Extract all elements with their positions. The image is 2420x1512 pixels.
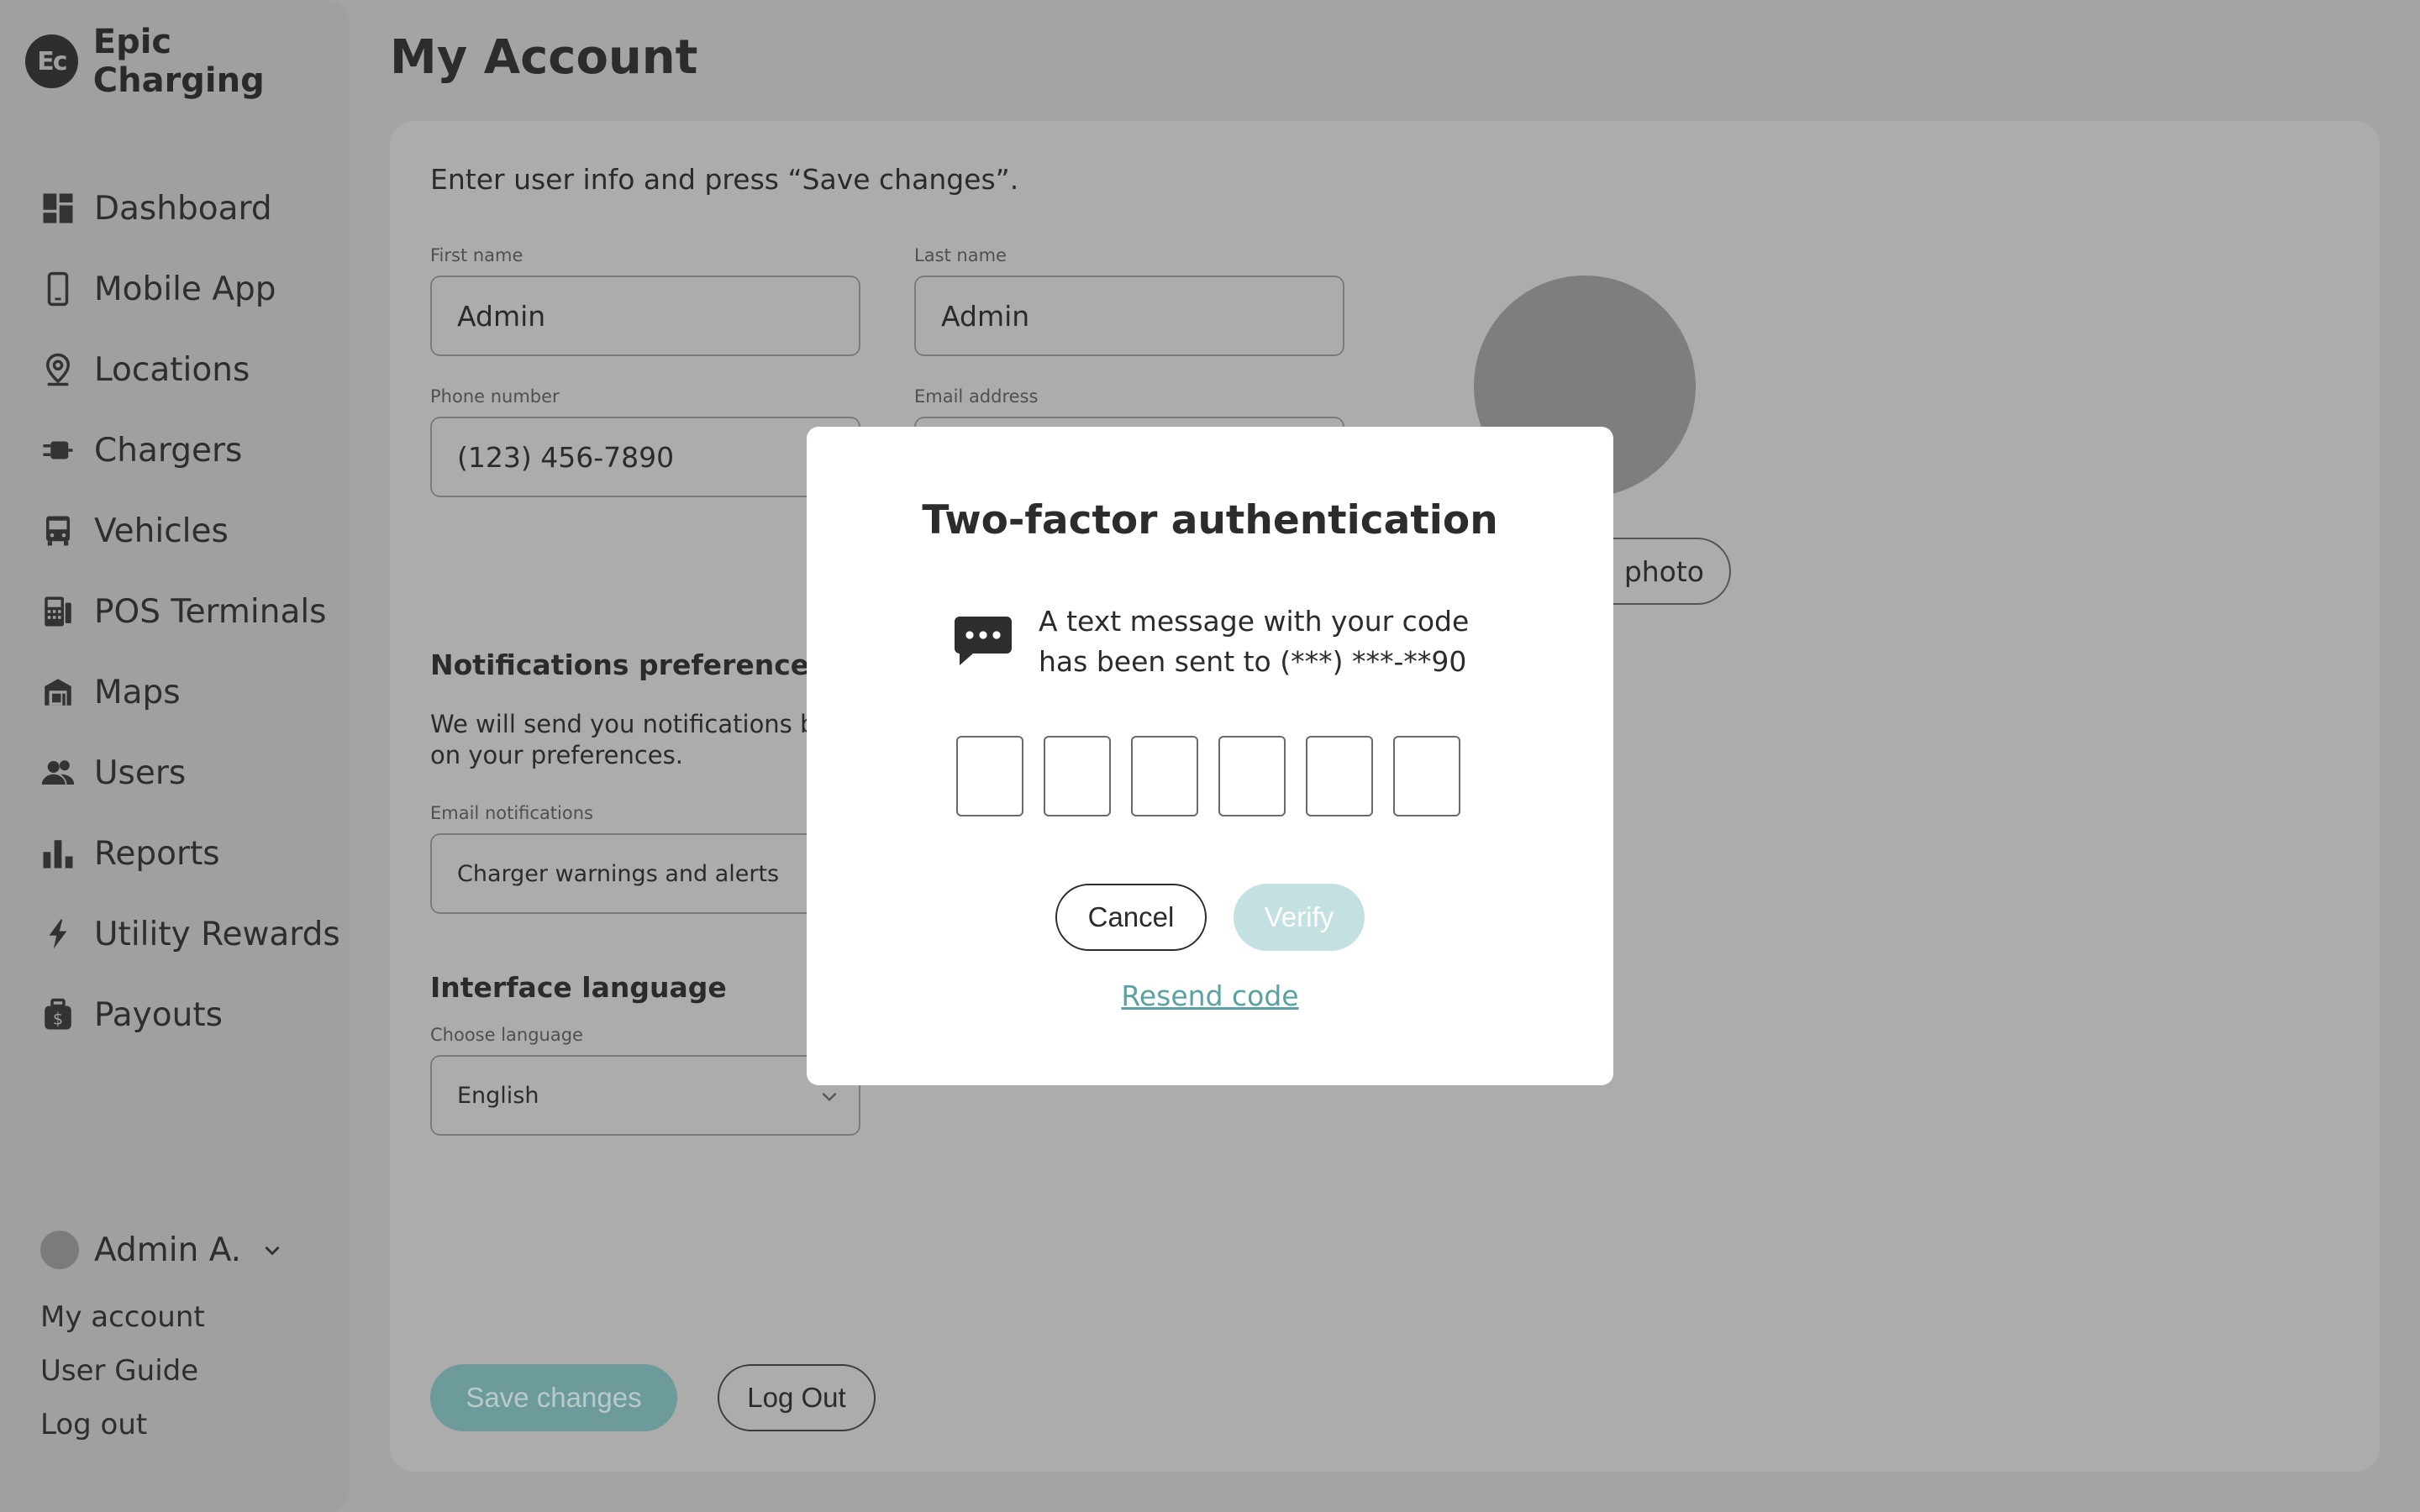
verification-code-inputs [956, 736, 1460, 816]
last-name-field[interactable]: Admin [914, 276, 1344, 356]
location-pin-icon [40, 352, 76, 387]
notifications-title: Notifications preferences [430, 648, 826, 681]
chevron-down-icon [822, 1092, 837, 1102]
code-digit-input-1[interactable] [956, 736, 1023, 816]
brand-logo-icon: Ec [25, 34, 78, 88]
chat-message-icon [955, 617, 1012, 665]
two-factor-modal: Two-factor authentication A text message… [807, 427, 1613, 1085]
sidebar-item-payouts[interactable]: $ Payouts [40, 974, 343, 1055]
upload-photo-label: l photo [1607, 554, 1704, 588]
code-digit-input-6[interactable] [1393, 736, 1460, 816]
sidebar-item-label: Vehicles [94, 512, 229, 550]
save-changes-button[interactable]: Save changes [430, 1364, 677, 1431]
money-bag-icon: $ [40, 997, 76, 1032]
code-digit-input-5[interactable] [1306, 736, 1373, 816]
last-name-label: Last name [914, 245, 1007, 265]
brand[interactable]: Ec Epic Charging [25, 23, 350, 100]
sidebar-item-dashboard[interactable]: Dashboard [40, 168, 343, 249]
user-guide-link[interactable]: User Guide [40, 1344, 326, 1398]
my-account-link[interactable]: My account [40, 1290, 326, 1344]
language-select[interactable]: English [430, 1055, 860, 1136]
code-digit-input-4[interactable] [1218, 736, 1286, 816]
code-digit-input-3[interactable] [1131, 736, 1198, 816]
sidebar-item-label: Chargers [94, 431, 243, 470]
user-menu-toggle[interactable]: Admin A. [40, 1225, 326, 1275]
log-out-link[interactable]: Log out [40, 1398, 326, 1452]
sidebar-nav: Dashboard Mobile App Locations Chargers … [40, 168, 343, 1055]
cancel-button[interactable]: Cancel [1055, 884, 1207, 951]
dashboard-icon [40, 191, 76, 226]
code-sent-message-line1: A text message with your code [1039, 605, 1470, 638]
sidebar-item-label: Dashboard [94, 189, 272, 228]
lightning-bolt-icon [40, 916, 76, 952]
email-notifications-select[interactable]: Charger warnings and alerts [430, 833, 860, 914]
code-sent-message-line2: has been sent to (***) ***-**90 [1039, 645, 1467, 678]
sidebar-item-label: Maps [94, 673, 181, 711]
sidebar-item-label: Reports [94, 834, 220, 873]
modal-title: Two-factor authentication [922, 497, 1498, 543]
form-intro: Enter user info and press “Save changes”… [430, 163, 1019, 196]
language-label: Choose language [430, 1025, 583, 1045]
pos-terminal-icon [40, 594, 76, 629]
log-out-button[interactable]: Log Out [718, 1364, 876, 1431]
first-name-value: Admin [457, 299, 546, 333]
chevron-down-icon [265, 1246, 280, 1256]
verify-button[interactable]: Verify [1234, 884, 1365, 951]
charger-plug-icon [40, 433, 76, 468]
sidebar: Ec Epic Charging Dashboard Mobile App Lo… [0, 0, 350, 1512]
map-building-icon [40, 675, 76, 710]
resend-code-link[interactable]: Resend code [807, 979, 1613, 1012]
first-name-label: First name [430, 245, 523, 265]
sidebar-item-label: POS Terminals [94, 592, 327, 631]
svg-text:$: $ [53, 1009, 63, 1028]
phone-field[interactable]: (123) 456-7890 [430, 417, 860, 497]
user-menu: Admin A. My account User Guide Log out [40, 1225, 326, 1452]
language-value: English [457, 1082, 539, 1109]
sidebar-item-mobile-app[interactable]: Mobile App [40, 249, 343, 329]
sidebar-item-pos-terminals[interactable]: POS Terminals [40, 571, 343, 652]
notifications-description: We will send you notifications ba on you… [430, 710, 831, 769]
sidebar-item-reports[interactable]: Reports [40, 813, 343, 894]
users-icon [40, 755, 76, 790]
brand-name: Epic Charging [92, 23, 265, 100]
sidebar-item-utility-rewards[interactable]: Utility Rewards [40, 894, 343, 974]
first-name-field[interactable]: Admin [430, 276, 860, 356]
phone-label: Phone number [430, 386, 560, 407]
email-notifications-label: Email notifications [430, 803, 593, 823]
sidebar-item-chargers[interactable]: Chargers [40, 410, 343, 491]
language-title: Interface language [430, 971, 727, 1004]
sidebar-item-vehicles[interactable]: Vehicles [40, 491, 343, 571]
page-title: My Account [390, 30, 698, 85]
sidebar-item-maps[interactable]: Maps [40, 652, 343, 732]
email-notifications-value: Charger warnings and alerts [457, 860, 780, 887]
avatar [40, 1231, 79, 1269]
sidebar-item-label: Locations [94, 350, 250, 389]
sidebar-item-label: Mobile App [94, 270, 276, 308]
sidebar-item-locations[interactable]: Locations [40, 329, 343, 410]
mobile-phone-icon [40, 271, 76, 307]
user-name: Admin A. [94, 1231, 242, 1269]
code-digit-input-2[interactable] [1044, 736, 1111, 816]
sidebar-item-label: Payouts [94, 995, 223, 1034]
bar-chart-icon [40, 836, 76, 871]
sidebar-item-users[interactable]: Users [40, 732, 343, 813]
phone-value: (123) 456-7890 [457, 440, 675, 474]
sidebar-item-label: Users [94, 753, 187, 792]
code-sent-message: A text message with your code has been s… [1039, 601, 1509, 682]
sidebar-item-label: Utility Rewards [94, 915, 340, 953]
last-name-value: Admin [941, 299, 1030, 333]
bus-icon [40, 513, 76, 549]
email-label: Email address [914, 386, 1039, 407]
